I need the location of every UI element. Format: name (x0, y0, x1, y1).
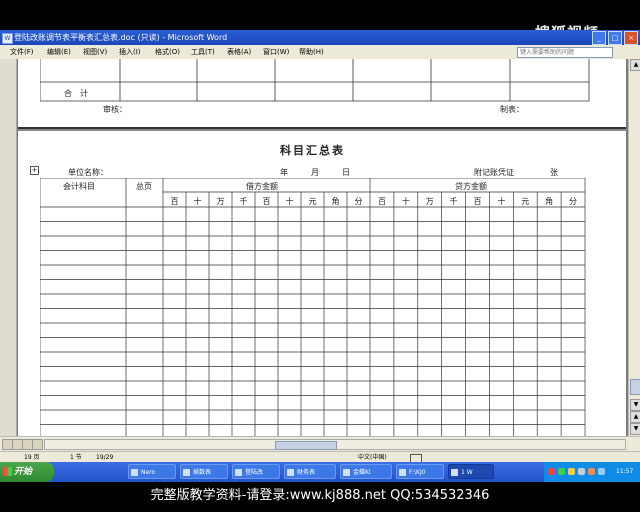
debit-digit-5: 十 (285, 197, 294, 206)
menu-bar: 文件(F) 编辑(E) 视图(V) 插入(I) 格式(O) 工具(T) 表格(A… (0, 45, 640, 60)
tray-icon-4[interactable] (578, 468, 585, 475)
menu-insert[interactable]: 插入(I) (119, 45, 141, 59)
date-day: 日 (342, 168, 350, 177)
maximize-button[interactable]: □ (608, 31, 622, 45)
menu-window[interactable]: 窗口(W) (263, 45, 289, 59)
debit-digit-1: 十 (193, 197, 202, 206)
task-nero[interactable]: Nero (128, 464, 176, 479)
date-month: 月 (311, 168, 319, 177)
credit-digit-6: 元 (521, 197, 530, 206)
debit-digit-2: 万 (216, 197, 225, 206)
task-5[interactable]: F:\KJ0 (396, 464, 444, 479)
horizontal-scrollbar[interactable] (0, 436, 640, 451)
debit-digit-6: 元 (308, 197, 317, 206)
scroll-thumb[interactable] (630, 379, 640, 395)
start-button[interactable]: 开始 (0, 462, 54, 482)
menu-tools[interactable]: 工具(T) (191, 45, 215, 59)
vertical-ruler (0, 59, 17, 436)
windows-logo-icon (3, 467, 12, 476)
preparer-label: 制表： (500, 105, 524, 114)
debit-digit-3: 千 (239, 197, 248, 206)
scroll-down-icon[interactable]: ▼ (630, 399, 640, 411)
col-account-header: 会计科目 (63, 182, 95, 191)
attached-vouchers-label: 附记账凭证 (474, 168, 514, 177)
h-scroll-thumb[interactable] (275, 441, 337, 450)
tray-icon-5[interactable] (588, 468, 595, 475)
outline-view-icon[interactable] (32, 439, 43, 450)
table-move-handle-icon[interactable]: + (30, 166, 39, 175)
menu-file[interactable]: 文件(F) (10, 45, 34, 59)
credit-digit-2: 万 (425, 197, 434, 206)
volume-icon[interactable] (598, 468, 605, 475)
debit-digit-7: 角 (331, 197, 340, 206)
tray-icon-3[interactable] (568, 468, 575, 475)
help-search-input[interactable]: 键入需要帮助的问题 (517, 47, 613, 58)
promo-banner: 完整版教学资料-请登录:www.kj888.net QQ:534532346 (0, 482, 640, 512)
document-area: 合 计 审核： 制表： 科目汇总表 + 单位名称： 年 月 日 附记账凭证 张 … (0, 59, 628, 436)
prev-page-icon[interactable]: ▲ (630, 411, 640, 423)
tray-icon-1[interactable] (548, 468, 555, 475)
reviewer-label: 审核： (103, 105, 127, 114)
vertical-scrollbar[interactable]: ▲ ▼ ▲ ▼ (628, 59, 640, 436)
close-button[interactable]: × (624, 31, 638, 45)
task-1[interactable]: 插数表 (180, 464, 228, 479)
tray-icon-2[interactable] (558, 468, 565, 475)
credit-digit-8: 分 (569, 197, 578, 206)
total-label: 合 计 (64, 89, 88, 98)
taskbar: 开始 Nero 插数表 登陆改 财务表 金蝶KI F:\KJ0 1 W 11:5… (0, 462, 640, 482)
title-bar: W 登陆改账调节表平衡表汇总表.doc (只读) - Microsoft Wor… (0, 30, 640, 45)
menu-view[interactable]: 视图(V) (83, 45, 107, 59)
prev-page-table (40, 59, 590, 102)
system-tray: 11:57 (544, 462, 640, 482)
menu-help[interactable]: 帮助(H) (299, 45, 324, 59)
menu-table[interactable]: 表格(A) (227, 45, 251, 59)
debit-digit-4: 百 (262, 197, 271, 206)
task-word[interactable]: 1 W (448, 464, 494, 479)
credit-digit-5: 十 (497, 197, 506, 206)
credit-digit-1: 十 (401, 197, 410, 206)
credit-digit-7: 角 (545, 197, 554, 206)
task-4[interactable]: 金蝶KI (340, 464, 392, 479)
window-title: 登陆改账调节表平衡表汇总表.doc (只读) - Microsoft Word (14, 33, 228, 42)
menu-edit[interactable]: 编辑(E) (47, 45, 71, 59)
task-2[interactable]: 登陆改 (232, 464, 280, 479)
ledger-table[interactable] (40, 178, 586, 436)
menu-format[interactable]: 格式(O) (155, 45, 180, 59)
clock: 11:57 (616, 468, 634, 475)
word-app-icon[interactable]: W (2, 33, 13, 44)
page-gap (18, 129, 626, 131)
next-page-icon[interactable]: ▼ (630, 423, 640, 435)
scroll-up-icon[interactable]: ▲ (630, 59, 640, 71)
debit-digit-8: 分 (354, 197, 363, 206)
debit-digit-0: 百 (170, 197, 179, 206)
unit-name-label: 单位名称： (68, 168, 108, 177)
date-year: 年 (280, 168, 288, 177)
credit-digit-3: 千 (449, 197, 458, 206)
form-title: 科目汇总表 (280, 144, 345, 157)
sheets-unit: 张 (550, 168, 558, 177)
task-3[interactable]: 财务表 (284, 464, 336, 479)
credit-header: 贷方金额 (455, 182, 487, 191)
debit-header: 借方金额 (246, 182, 278, 191)
h-scroll-track[interactable] (44, 439, 626, 450)
minimize-button[interactable]: _ (592, 31, 606, 45)
col-ledger-header: 总页 (136, 182, 152, 191)
credit-digit-0: 百 (377, 197, 386, 206)
credit-digit-4: 百 (473, 197, 482, 206)
